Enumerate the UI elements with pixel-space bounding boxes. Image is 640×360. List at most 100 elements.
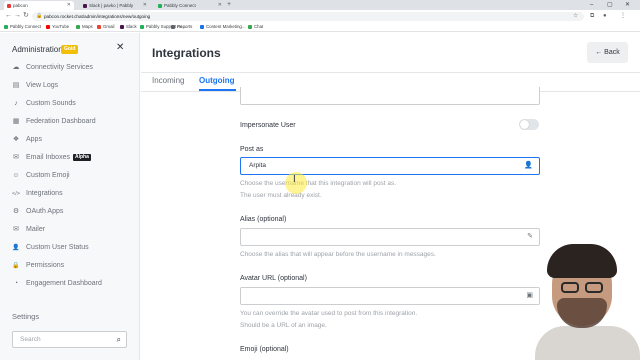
- post-as-input[interactable]: Arpita 👤: [240, 157, 540, 175]
- pencil-icon: ✎: [527, 233, 533, 240]
- minimize-icon[interactable]: –: [590, 0, 593, 10]
- bookmark-item[interactable]: Chat: [248, 22, 263, 32]
- apps-icon: ❖: [12, 136, 20, 143]
- reload-icon[interactable]: ↻: [23, 10, 29, 22]
- address-bar[interactable]: 🔒 pabcon.rocket.chat/admin/integrations/…: [32, 11, 584, 21]
- alpha-badge: Alpha: [72, 154, 91, 161]
- sidebar-item-label: Permissions: [26, 262, 65, 269]
- sidebar-item-label: Apps: [26, 136, 42, 143]
- search-placeholder: Search: [20, 336, 41, 343]
- window-close-icon[interactable]: ✕: [625, 0, 630, 10]
- browser-toolbar: ← → ↻ 🔒 pabcon.rocket.chat/admin/integra…: [0, 10, 640, 22]
- back-button[interactable]: ← Back: [587, 42, 628, 63]
- tab-title: pabcon: [13, 3, 28, 8]
- close-sidebar-icon[interactable]: ✕: [116, 42, 124, 53]
- sidebar-item-label: OAuth Apps: [26, 208, 64, 215]
- close-tab-icon[interactable]: ✕: [67, 1, 71, 10]
- sidebar-item-text: Email Inboxes: [26, 154, 70, 161]
- sidebar-item-federation-dashboard[interactable]: ▦ Federation Dashboard: [12, 116, 132, 128]
- bookmark-label: Slack: [126, 24, 137, 29]
- sidebar-item-label: Custom Sounds: [26, 100, 76, 107]
- sidebar-item-label: Email Inboxes Alpha: [26, 152, 91, 164]
- webcam-glasses-right: [585, 282, 603, 293]
- sidebar-item-label: Connectivity Services: [26, 64, 93, 71]
- gold-badge: Gold: [61, 45, 79, 54]
- user-icon: 👤: [12, 245, 20, 251]
- bookmark-item[interactable]: YouTube: [46, 22, 69, 32]
- browser-tab-pabbly-connect[interactable]: Pabbly Connect ✕: [155, 1, 225, 10]
- sidebar-item-permissions[interactable]: 🔒 Permissions: [12, 260, 132, 272]
- sidebar-item-connectivity-services[interactable]: ☁ Connectivity Services: [12, 62, 132, 74]
- maximize-icon[interactable]: ▢: [607, 0, 613, 10]
- bookmark-favicon: [248, 25, 252, 29]
- code-icon: </>: [12, 191, 20, 197]
- sidebar-item-mailer[interactable]: ✉ Mailer: [12, 224, 132, 236]
- bookmark-item[interactable]: Maps: [76, 22, 93, 32]
- lock-icon: 🔒: [36, 12, 43, 19]
- toggle-knob: [520, 120, 529, 129]
- bookmark-item[interactable]: Reports: [171, 22, 192, 32]
- sidebar-item-custom-user-status[interactable]: 👤 Custom User Status: [12, 242, 132, 254]
- emoji-icon: ☺: [12, 172, 20, 179]
- webcam-beard: [557, 298, 607, 328]
- impersonate-user-label: Impersonate User: [240, 122, 296, 129]
- extensions-icon[interactable]: ⧉: [590, 10, 594, 22]
- lock-icon: 🔒: [12, 263, 20, 269]
- cloud-icon: ☁: [12, 64, 20, 71]
- dashboard-icon: ▦: [12, 118, 20, 125]
- tab-title: Slack | pavko | Pabbly: [89, 3, 134, 8]
- back-arrow-icon[interactable]: ←: [5, 10, 12, 22]
- bookmark-item[interactable]: Gmail: [97, 22, 114, 32]
- emoji-label: Emoji (optional): [240, 346, 289, 353]
- tab-favicon: [83, 3, 87, 8]
- impersonate-user-toggle[interactable]: [519, 119, 539, 130]
- bookmark-item[interactable]: Slack: [120, 22, 137, 32]
- browser-tab-slack[interactable]: Slack | pavko | Pabbly ✕: [80, 1, 150, 10]
- mailer-icon: ✉: [13, 226, 19, 233]
- avatar-url-hint: You can override the avatar used to post…: [240, 310, 418, 317]
- bookmark-label: Content Marketing...: [206, 24, 246, 29]
- close-tab-icon[interactable]: ✕: [143, 1, 147, 10]
- sidebar-item-integrations[interactable]: </> Integrations: [12, 188, 132, 200]
- tab-incoming[interactable]: Incoming: [152, 76, 184, 85]
- music-icon: ♪: [14, 100, 18, 107]
- bookmark-favicon: [171, 25, 175, 29]
- avatar-url-input[interactable]: ▣: [240, 287, 540, 305]
- bookmark-label: Gmail: [103, 24, 115, 29]
- tab-outgoing[interactable]: Outgoing: [199, 76, 235, 85]
- profile-icon[interactable]: ●: [603, 10, 607, 22]
- browser-tab-pabcon[interactable]: pabcon ✕: [4, 1, 74, 10]
- settings-search-input[interactable]: Search ⌕: [12, 331, 127, 348]
- bookmark-label: Reports: [177, 24, 193, 29]
- forward-arrow-icon[interactable]: →: [14, 10, 21, 22]
- header-divider: [141, 72, 640, 73]
- bookmark-favicon: [200, 25, 204, 29]
- webcam-glasses-left: [561, 282, 579, 293]
- post-as-label: Post as: [240, 146, 264, 153]
- admin-sidebar: Administration Gold ✕ ☁ Connectivity Ser…: [0, 33, 140, 360]
- sidebar-title: Administration: [12, 45, 63, 54]
- sidebar-item-custom-emoji[interactable]: ☺ Custom Emoji: [12, 170, 132, 182]
- sidebar-item-custom-sounds[interactable]: ♪ Custom Sounds: [12, 98, 132, 110]
- sidebar-item-email-inboxes[interactable]: ✉ Email Inboxes Alpha: [12, 152, 132, 164]
- sidebar-item-oauth-apps[interactable]: ⚙ OAuth Apps: [12, 206, 132, 218]
- bookmark-item[interactable]: Pabbly Connect: [4, 22, 41, 32]
- new-tab-button[interactable]: +: [227, 0, 231, 10]
- sidebar-item-view-logs[interactable]: ▤ View Logs: [12, 80, 132, 92]
- menu-dots-icon[interactable]: ⋮: [620, 10, 626, 22]
- close-tab-icon[interactable]: ✕: [218, 1, 222, 10]
- bookmark-star-icon[interactable]: ☆: [573, 12, 578, 21]
- bookmark-item[interactable]: Content Marketing...: [200, 22, 246, 32]
- sidebar-item-apps[interactable]: ❖ Apps: [12, 134, 132, 146]
- address-url: pabcon.rocket.chat/admin/integrations/ne…: [44, 13, 151, 19]
- sidebar-item-engagement-dashboard[interactable]: ◔ Engagement Dashboard: [12, 278, 132, 290]
- bookmark-label: YouTube: [52, 24, 70, 29]
- sidebar-item-label: Mailer: [26, 226, 46, 233]
- alias-input[interactable]: ✎: [240, 228, 540, 246]
- user-icon: 👤: [524, 162, 533, 169]
- previous-field-input[interactable]: [240, 87, 540, 105]
- avatar-url-hint-2: Should be a URL of an image.: [240, 322, 327, 329]
- page-title: Integrations: [152, 46, 221, 60]
- sidebar-item-label: Federation Dashboard: [26, 118, 96, 125]
- bookmark-favicon: [4, 25, 8, 29]
